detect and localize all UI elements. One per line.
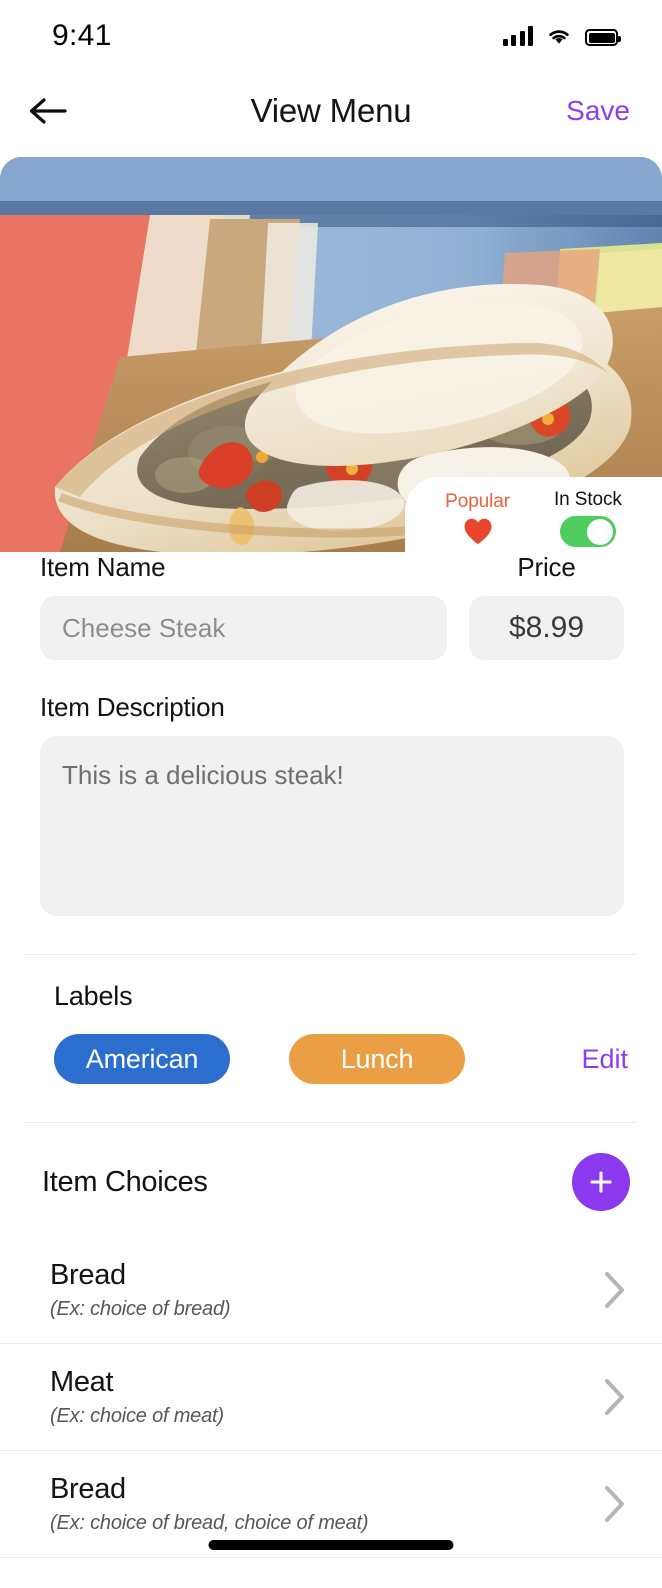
- labels-pill-row: American Lunch Edit: [54, 1034, 628, 1084]
- status-bar-icons: [502, 26, 621, 46]
- price-label: Price: [517, 552, 576, 582]
- choice-title: Bread: [50, 1259, 126, 1291]
- app-screen: 9:41 View Menu Save Popular In Stock Ite…: [0, 0, 662, 1588]
- price-input[interactable]: $8.99: [469, 596, 624, 660]
- name-price-row: Item Name Cheese Steak Price $8.99: [0, 552, 662, 660]
- choice-texts: Bread (Ex: choice of bread, choice of me…: [50, 1473, 369, 1535]
- back-button[interactable]: [22, 91, 74, 131]
- cellular-signal-icon: [502, 26, 533, 46]
- edit-labels-button[interactable]: Edit: [581, 1044, 628, 1075]
- labels-title: Labels: [54, 981, 133, 1011]
- in-stock-badge: In Stock: [554, 489, 622, 547]
- choice-title: Meat: [50, 1366, 114, 1398]
- choice-texts: Bread (Ex: choice of bread): [50, 1259, 231, 1321]
- choice-subtitle: (Ex: choice of bread): [50, 1298, 231, 1320]
- label-pill-lunch[interactable]: Lunch: [289, 1034, 465, 1084]
- choice-subtitle: (Ex: choice of meat): [50, 1405, 224, 1427]
- add-choice-button[interactable]: [572, 1153, 630, 1211]
- heart-icon[interactable]: [463, 518, 493, 545]
- navigation-bar: View Menu Save: [0, 72, 662, 150]
- save-button[interactable]: Save: [566, 95, 630, 127]
- arrow-left-icon: [29, 98, 67, 124]
- item-description-input[interactable]: This is a delicious steak!: [40, 736, 624, 916]
- status-bar: 9:41: [0, 0, 662, 72]
- chevron-right-icon: [605, 1486, 624, 1522]
- description-block: Item Description This is a delicious ste…: [0, 660, 662, 916]
- item-choices-list: Bread (Ex: choice of bread) Meat (Ex: ch…: [0, 1237, 662, 1558]
- item-name-field-block: Item Name Cheese Steak: [40, 552, 447, 660]
- choice-title: Bread: [50, 1473, 126, 1505]
- plus-icon: [590, 1171, 612, 1193]
- chevron-right-icon: [605, 1272, 624, 1308]
- status-bar-clock: 9:41: [52, 19, 112, 52]
- price-field-block: Price $8.99: [469, 552, 624, 660]
- choice-row-bread-1[interactable]: Bread (Ex: choice of bread): [0, 1237, 662, 1344]
- choice-row-meat[interactable]: Meat (Ex: choice of meat): [0, 1344, 662, 1451]
- page-title: View Menu: [250, 92, 412, 129]
- item-description-label: Item Description: [40, 692, 225, 722]
- choice-subtitle: (Ex: choice of bread, choice of meat): [50, 1512, 369, 1534]
- item-choices-header: Item Choices: [0, 1123, 662, 1211]
- badge-panel: Popular In Stock: [405, 477, 662, 555]
- item-form: Item Name Cheese Steak Price $8.99 Item …: [0, 552, 662, 1558]
- chevron-right-icon: [605, 1379, 624, 1415]
- item-choices-title: Item Choices: [42, 1165, 208, 1198]
- choice-texts: Meat (Ex: choice of meat): [50, 1366, 224, 1428]
- in-stock-label: In Stock: [553, 489, 622, 510]
- label-pill-american[interactable]: American: [54, 1034, 230, 1084]
- popular-badge[interactable]: Popular: [445, 491, 510, 545]
- battery-icon: [585, 29, 621, 46]
- item-name-input[interactable]: Cheese Steak: [40, 596, 447, 660]
- toggle-knob: [587, 518, 614, 545]
- wifi-icon: [549, 30, 569, 44]
- popular-label: Popular: [445, 491, 510, 512]
- home-indicator: [208, 1540, 454, 1550]
- in-stock-toggle[interactable]: [559, 516, 616, 547]
- item-name-label: Item Name: [40, 552, 166, 582]
- labels-section: Labels American Lunch Edit: [0, 955, 662, 1084]
